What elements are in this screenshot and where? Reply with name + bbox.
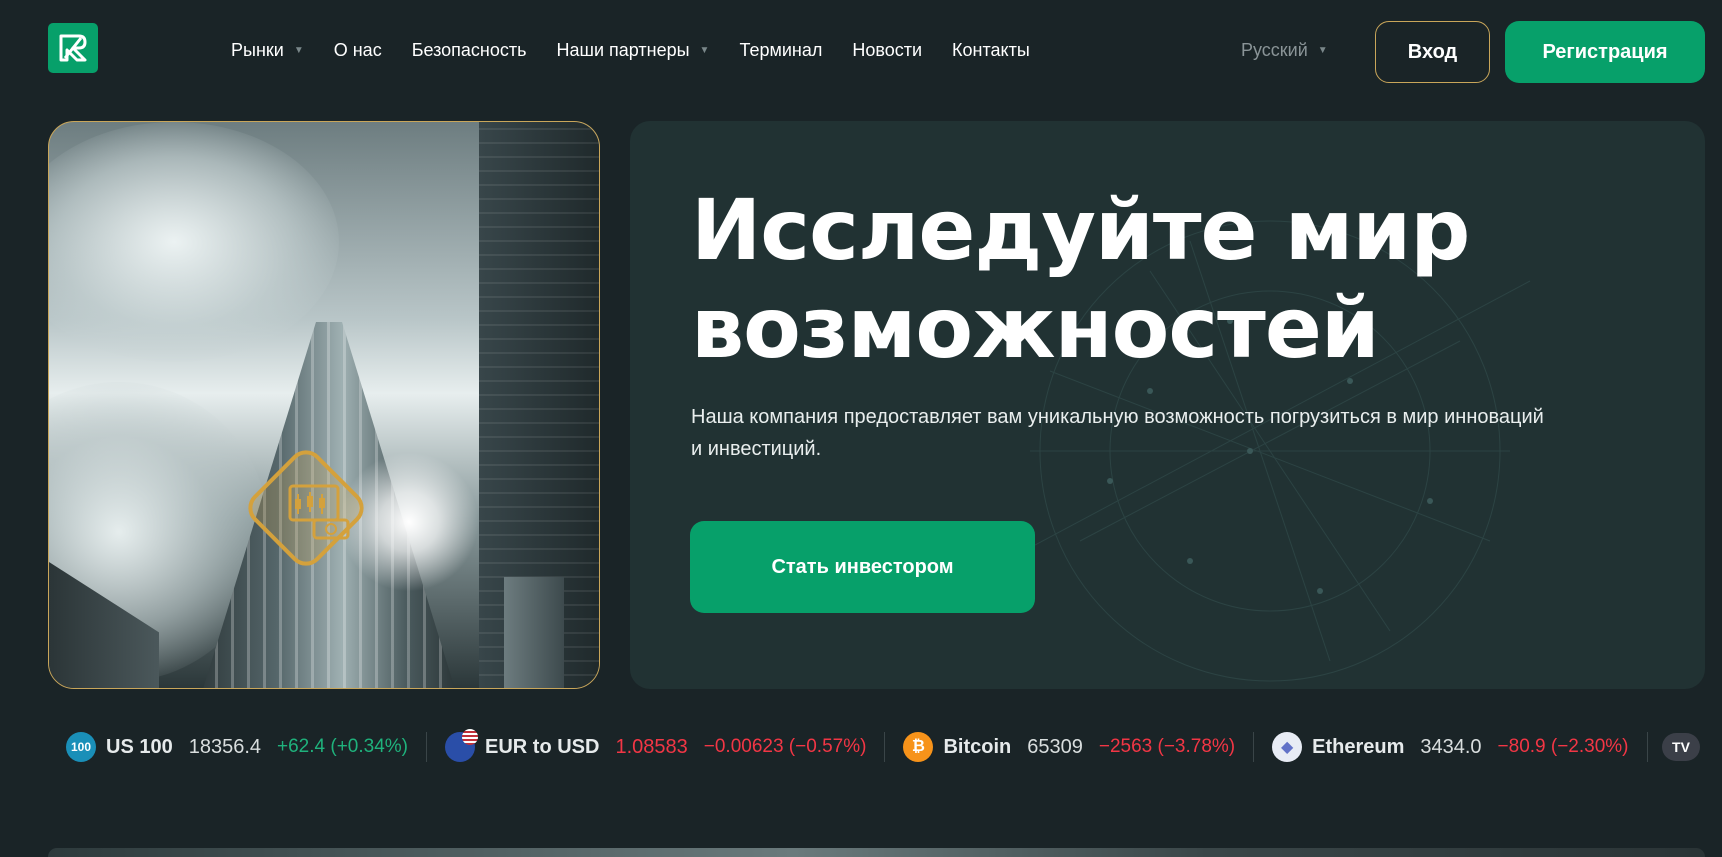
ticker-price: 18356.4 bbox=[188, 735, 262, 758]
nav-item-security[interactable]: Безопасность bbox=[412, 40, 527, 61]
nav-item-terminal[interactable]: Терминал bbox=[739, 40, 822, 61]
hero-title: Исследуйте мир возможностей bbox=[691, 181, 1470, 377]
ticker-change: +62.4 (+0.34%) bbox=[277, 736, 408, 757]
language-label: Русский bbox=[1241, 40, 1308, 60]
ticker-price: 1.08583 bbox=[615, 735, 688, 758]
site-header: Рынки ▼ О нас Безопасность Наши партнеры… bbox=[0, 0, 1722, 104]
bitcoin-icon: ₿ bbox=[903, 732, 934, 762]
nav-item-contacts[interactable]: Контакты bbox=[952, 40, 1030, 61]
ticker-item[interactable]: ◆ Ethereum 3434.0 −80.9 (−2.30%) bbox=[1254, 717, 1646, 777]
brand-logo-icon[interactable] bbox=[48, 23, 98, 73]
hero-description: Наша компания предоставляет вам уникальн… bbox=[691, 406, 1544, 460]
become-investor-button[interactable]: Стать инвестором bbox=[690, 521, 1035, 613]
ticker-change: −2563 (−3.78%) bbox=[1098, 736, 1236, 757]
tradingview-logo-icon[interactable]: TV bbox=[1662, 733, 1700, 761]
hero-skyscraper-image bbox=[48, 121, 600, 689]
nav-item-partners[interactable]: Наши партнеры ▼ bbox=[557, 40, 710, 61]
language-selector[interactable]: Русский ▼ bbox=[1241, 40, 1328, 61]
nav-item-markets[interactable]: Рынки ▼ bbox=[231, 40, 304, 61]
ticker-divider bbox=[1646, 732, 1648, 762]
ticker-item[interactable]: 100 US 100 18356.4 +62.4 (+0.34%) bbox=[48, 717, 426, 777]
ticker-name: EUR to USD bbox=[485, 735, 600, 758]
candlestick-chart-icon bbox=[288, 484, 350, 540]
caret-down-icon: ▼ bbox=[1317, 45, 1328, 56]
hero-card: Исследуйте мир возможностей Наша компани… bbox=[630, 121, 1705, 689]
main-nav: Рынки ▼ О нас Безопасность Наши партнеры… bbox=[231, 40, 1060, 61]
market-ticker[interactable]: 100 US 100 18356.4 +62.4 (+0.34%) EUR to… bbox=[48, 717, 1705, 777]
next-section-preview bbox=[48, 848, 1705, 857]
nav-item-label: Контакты bbox=[952, 40, 1030, 60]
us100-icon: 100 bbox=[66, 732, 96, 762]
ticker-change: −80.9 (−2.30%) bbox=[1497, 736, 1629, 757]
register-button[interactable]: Регистрация bbox=[1505, 21, 1705, 83]
eu-us-flag-icon bbox=[445, 729, 478, 762]
nav-item-label: О нас bbox=[333, 40, 382, 60]
ticker-name: US 100 bbox=[106, 735, 173, 758]
caret-down-icon: ▼ bbox=[699, 45, 710, 56]
ticker-name: Ethereum bbox=[1312, 735, 1405, 758]
ticker-change: −0.00623 (−0.57%) bbox=[703, 736, 867, 757]
ticker-price: 65309 bbox=[1027, 735, 1083, 758]
ticker-item[interactable]: EUR to USD 1.08583 −0.00623 (−0.57%) bbox=[427, 717, 884, 777]
nav-item-label: Новости bbox=[852, 40, 923, 60]
ticker-name: Bitcoin bbox=[943, 735, 1012, 758]
nav-item-label: Наши партнеры bbox=[556, 40, 690, 60]
caret-down-icon: ▼ bbox=[293, 45, 304, 56]
login-button[interactable]: Вход bbox=[1375, 21, 1490, 83]
nav-item-label: Терминал bbox=[739, 40, 823, 60]
ethereum-icon: ◆ bbox=[1272, 732, 1303, 762]
nav-item-label: Рынки bbox=[231, 40, 284, 60]
nav-item-label: Безопасность bbox=[411, 40, 527, 60]
nav-item-about[interactable]: О нас bbox=[334, 40, 382, 61]
nav-item-news[interactable]: Новости bbox=[852, 40, 922, 61]
ticker-price: 3434.0 bbox=[1420, 735, 1482, 758]
ticker-item[interactable]: ₿ Bitcoin 65309 −2563 (−3.78%) bbox=[885, 717, 1253, 777]
